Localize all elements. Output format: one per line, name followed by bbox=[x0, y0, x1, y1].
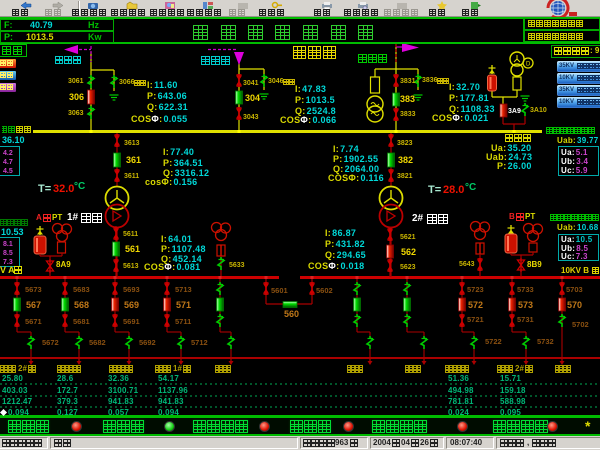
svg-text:D: D bbox=[526, 62, 531, 68]
